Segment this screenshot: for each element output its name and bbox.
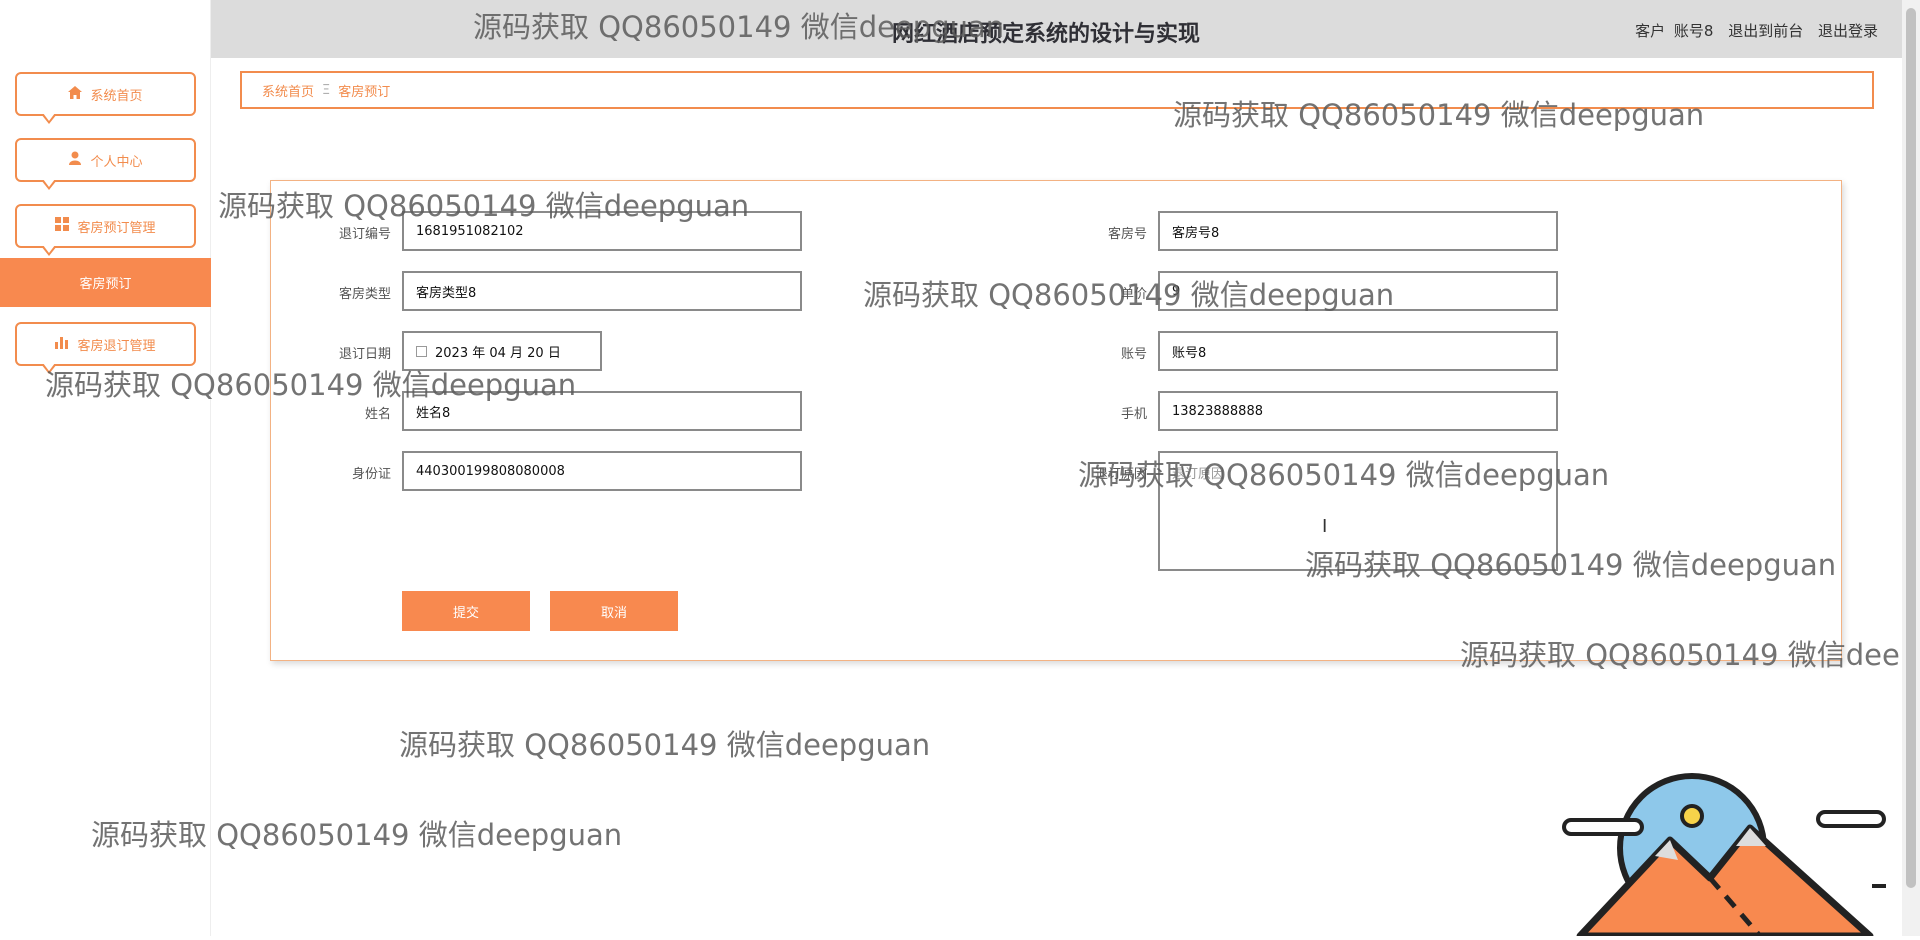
watermark: 源码获取 QQ86050149 微信deepguan (1078, 458, 1610, 492)
room-no-input[interactable]: 客房号8 (1158, 211, 1558, 251)
sidebar-item-label: 系统首页 (90, 88, 143, 104)
watermark: 源码获取 QQ86050149 微信deepguan (1173, 98, 1705, 132)
breadcrumb-current: 客房预订 (338, 84, 391, 100)
sidebar-item-cancel-mgmt[interactable]: 客房退订管理 (15, 322, 196, 374)
field-label: 客房类型 (338, 287, 391, 302)
user-icon (68, 151, 82, 169)
cancel-date-value: 2023 年 04 月 20 日 (435, 345, 561, 361)
calendar-icon (416, 345, 427, 357)
mountain-illustration (1560, 768, 1900, 940)
sidebar-item-home[interactable]: 系统首页 (15, 72, 196, 124)
account-input[interactable]: 账号8 (1158, 331, 1558, 371)
grid-icon (55, 217, 70, 235)
form-card: 退订编号 1681951082102 客房类型 客房类型8 退订日期 2023 … (270, 180, 1842, 661)
role-label: 客户 (1635, 22, 1666, 40)
scrollbar-thumb[interactable] (1906, 8, 1916, 888)
submit-button[interactable]: 提交 (402, 591, 530, 631)
watermark: 源码获取 QQ86050149 微信deepguan (863, 278, 1395, 312)
field-label: 账号 (1120, 347, 1147, 362)
sidebar-subitem-booking[interactable]: 客房预订 (0, 258, 211, 307)
home-icon (68, 85, 83, 103)
bar-chart-icon (55, 335, 69, 353)
phone-input[interactable]: 13823888888 (1158, 391, 1558, 431)
cancel-button[interactable]: 取消 (550, 591, 678, 631)
sidebar-subitem-label: 客房预订 (79, 277, 132, 292)
watermark: 源码获取 QQ86050149 微信deepguan (45, 368, 577, 402)
top-links: 客户 账号8 退出到前台 退出登录 (1625, 20, 1878, 41)
logout-link[interactable]: 退出登录 (1818, 22, 1878, 40)
watermark: 源码获取 QQ86050149 微信deepguan (91, 818, 623, 852)
breadcrumb-separator: Ξ (322, 82, 331, 98)
watermark: 源码获取 QQ86050149 微信deepguan (399, 728, 931, 762)
sidebar-item-booking-mgmt[interactable]: 客房预订管理 (15, 204, 196, 256)
text-cursor-icon: I (1322, 516, 1328, 537)
field-label: 客房号 (1107, 227, 1147, 242)
field-label: 手机 (1120, 407, 1147, 422)
account-label: 账号8 (1673, 22, 1714, 40)
room-type-input[interactable]: 客房类型8 (402, 271, 802, 311)
watermark: 源码获取 QQ86050149 微信deepguan (473, 10, 1005, 44)
watermark: 源码获取 QQ86050149 微信deepguan (218, 189, 750, 223)
watermark: 源码获取 QQ86050149 微信deepguan (1460, 638, 1902, 672)
back-to-front-link[interactable]: 退出到前台 (1728, 22, 1803, 40)
sidebar: 系统首页 个人中心 客房预订管理 客房预订 客房退订管理 (0, 0, 211, 936)
watermark: 源码获取 QQ86050149 微信deepguan (1305, 548, 1837, 582)
field-label: 退订日期 (338, 347, 391, 362)
sidebar-item-label: 个人中心 (90, 154, 143, 170)
field-label: 身份证 (351, 467, 391, 482)
field-label: 退订编号 (338, 227, 391, 242)
field-label: 姓名 (364, 407, 391, 422)
id-card-input[interactable]: 440300199808080008 (402, 451, 802, 491)
sidebar-item-label: 客房退订管理 (77, 338, 156, 354)
sidebar-item-label: 客房预订管理 (77, 220, 156, 236)
sidebar-item-profile[interactable]: 个人中心 (15, 138, 196, 190)
breadcrumb-home[interactable]: 系统首页 (262, 81, 314, 100)
page-scrollbar[interactable] (1902, 0, 1920, 936)
